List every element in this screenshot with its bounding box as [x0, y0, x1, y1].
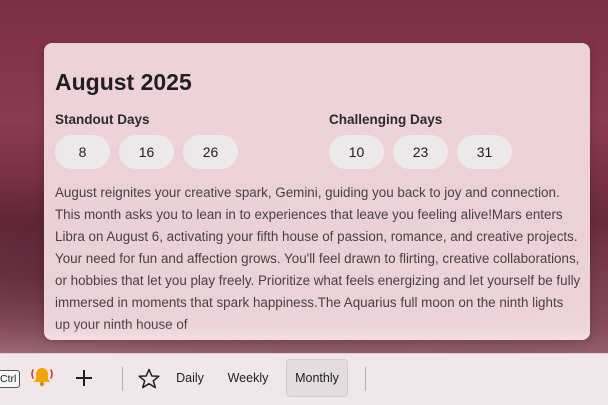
- standout-days-section: Standout Days 8 16 26: [55, 112, 238, 169]
- horoscope-card: August 2025 Standout Days 8 16 26 Challe…: [44, 43, 590, 340]
- star-icon[interactable]: [137, 367, 161, 391]
- tab-monthly[interactable]: Monthly: [286, 359, 348, 397]
- bell-icon[interactable]: [29, 364, 55, 390]
- challenging-days-label: Challenging Days: [329, 112, 443, 127]
- standout-day-chip: 8: [55, 135, 110, 169]
- ctrl-key-hint: Ctrl: [0, 370, 21, 388]
- challenging-day-chip: 31: [457, 135, 512, 169]
- challenging-day-chip: 10: [329, 135, 384, 169]
- challenging-days-section: Challenging Days 10 23 31: [329, 112, 512, 169]
- toolbar-divider: [122, 367, 123, 391]
- tab-weekly[interactable]: Weekly: [223, 359, 273, 397]
- standout-day-chip: 16: [119, 135, 174, 169]
- tab-daily[interactable]: Daily: [169, 359, 211, 397]
- plus-icon[interactable]: [73, 367, 95, 389]
- scroll-fade: [44, 326, 590, 340]
- toolbar-divider: [365, 367, 366, 391]
- standout-days-label: Standout Days: [55, 112, 150, 127]
- month-title: August 2025: [55, 69, 192, 95]
- standout-day-chip: 26: [183, 135, 238, 169]
- bottom-toolbar: Ctrl Daily Weekly Monthly: [0, 353, 608, 405]
- horoscope-text: August reignites your creative spark, Ge…: [55, 185, 581, 332]
- challenging-day-chip: 23: [393, 135, 448, 169]
